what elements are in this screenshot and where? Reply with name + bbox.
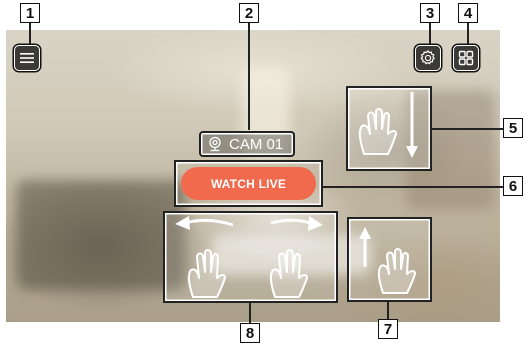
callout-8: 8 bbox=[240, 323, 260, 343]
layout-button[interactable] bbox=[453, 45, 479, 71]
hand-swipe-down-icon bbox=[358, 91, 418, 158]
watch-live-frame: WATCH LIVE bbox=[174, 160, 323, 207]
callout-2: 2 bbox=[239, 3, 259, 23]
callout-7-line bbox=[387, 300, 389, 319]
gesture-swipe-left-right bbox=[163, 211, 338, 303]
callout-4-line bbox=[467, 22, 469, 44]
gear-icon bbox=[420, 49, 435, 65]
watch-live-button[interactable]: WATCH LIVE bbox=[181, 167, 316, 200]
callout-1: 1 bbox=[20, 3, 40, 23]
camera-name: CAM 01 bbox=[229, 135, 284, 153]
gesture-swipe-down bbox=[346, 86, 432, 171]
callout-1-line bbox=[29, 22, 31, 44]
callout-6-line bbox=[323, 186, 503, 188]
settings-button[interactable] bbox=[415, 45, 441, 71]
hamburger-menu-icon bbox=[20, 53, 34, 63]
menu-button[interactable] bbox=[14, 45, 40, 71]
callout-7: 7 bbox=[378, 319, 398, 339]
camera-live-view[interactable]: CAM 01 WATCH LIVE bbox=[6, 30, 500, 322]
callout-5-line bbox=[432, 128, 503, 130]
grid-layout-icon bbox=[458, 50, 474, 66]
callout-4: 4 bbox=[458, 3, 478, 23]
callout-3-line bbox=[429, 22, 431, 44]
camera-icon bbox=[209, 136, 221, 152]
callout-6: 6 bbox=[503, 176, 523, 196]
background-sofa bbox=[16, 180, 186, 290]
hand-swipe-up-icon bbox=[358, 226, 416, 294]
gesture-swipe-up bbox=[347, 217, 432, 302]
callout-2-line bbox=[248, 22, 250, 130]
camera-name-label: CAM 01 bbox=[199, 131, 295, 157]
callout-8-line bbox=[249, 303, 251, 323]
hand-swipe-left-right-icon bbox=[174, 215, 323, 298]
callout-5: 5 bbox=[503, 118, 523, 138]
callout-3: 3 bbox=[420, 3, 440, 23]
